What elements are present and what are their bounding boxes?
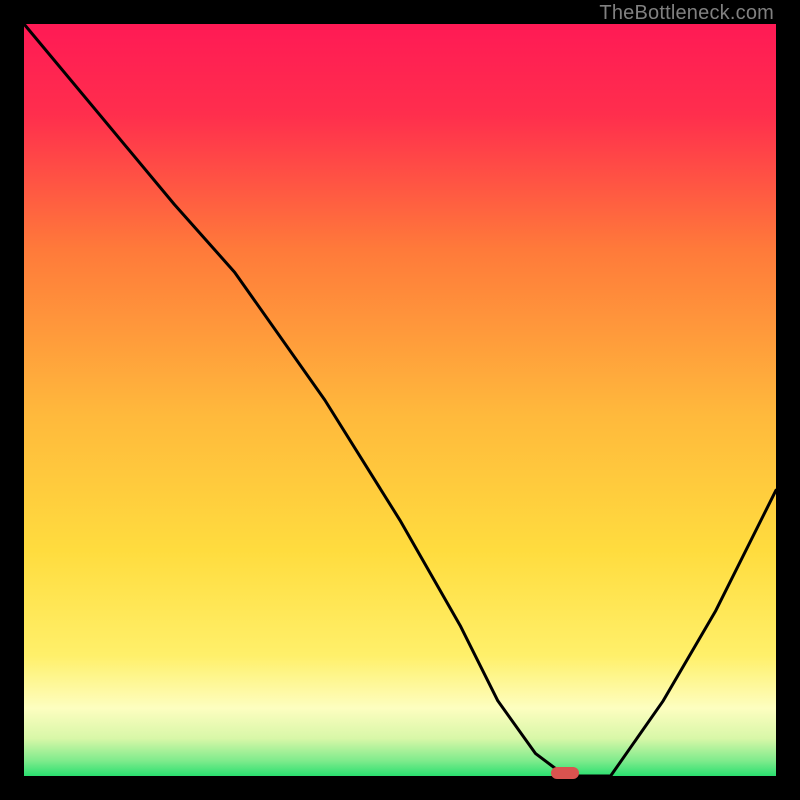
bottleneck-curve	[24, 24, 776, 776]
watermark-text: TheBottleneck.com	[599, 2, 774, 25]
optimal-marker	[551, 767, 579, 779]
